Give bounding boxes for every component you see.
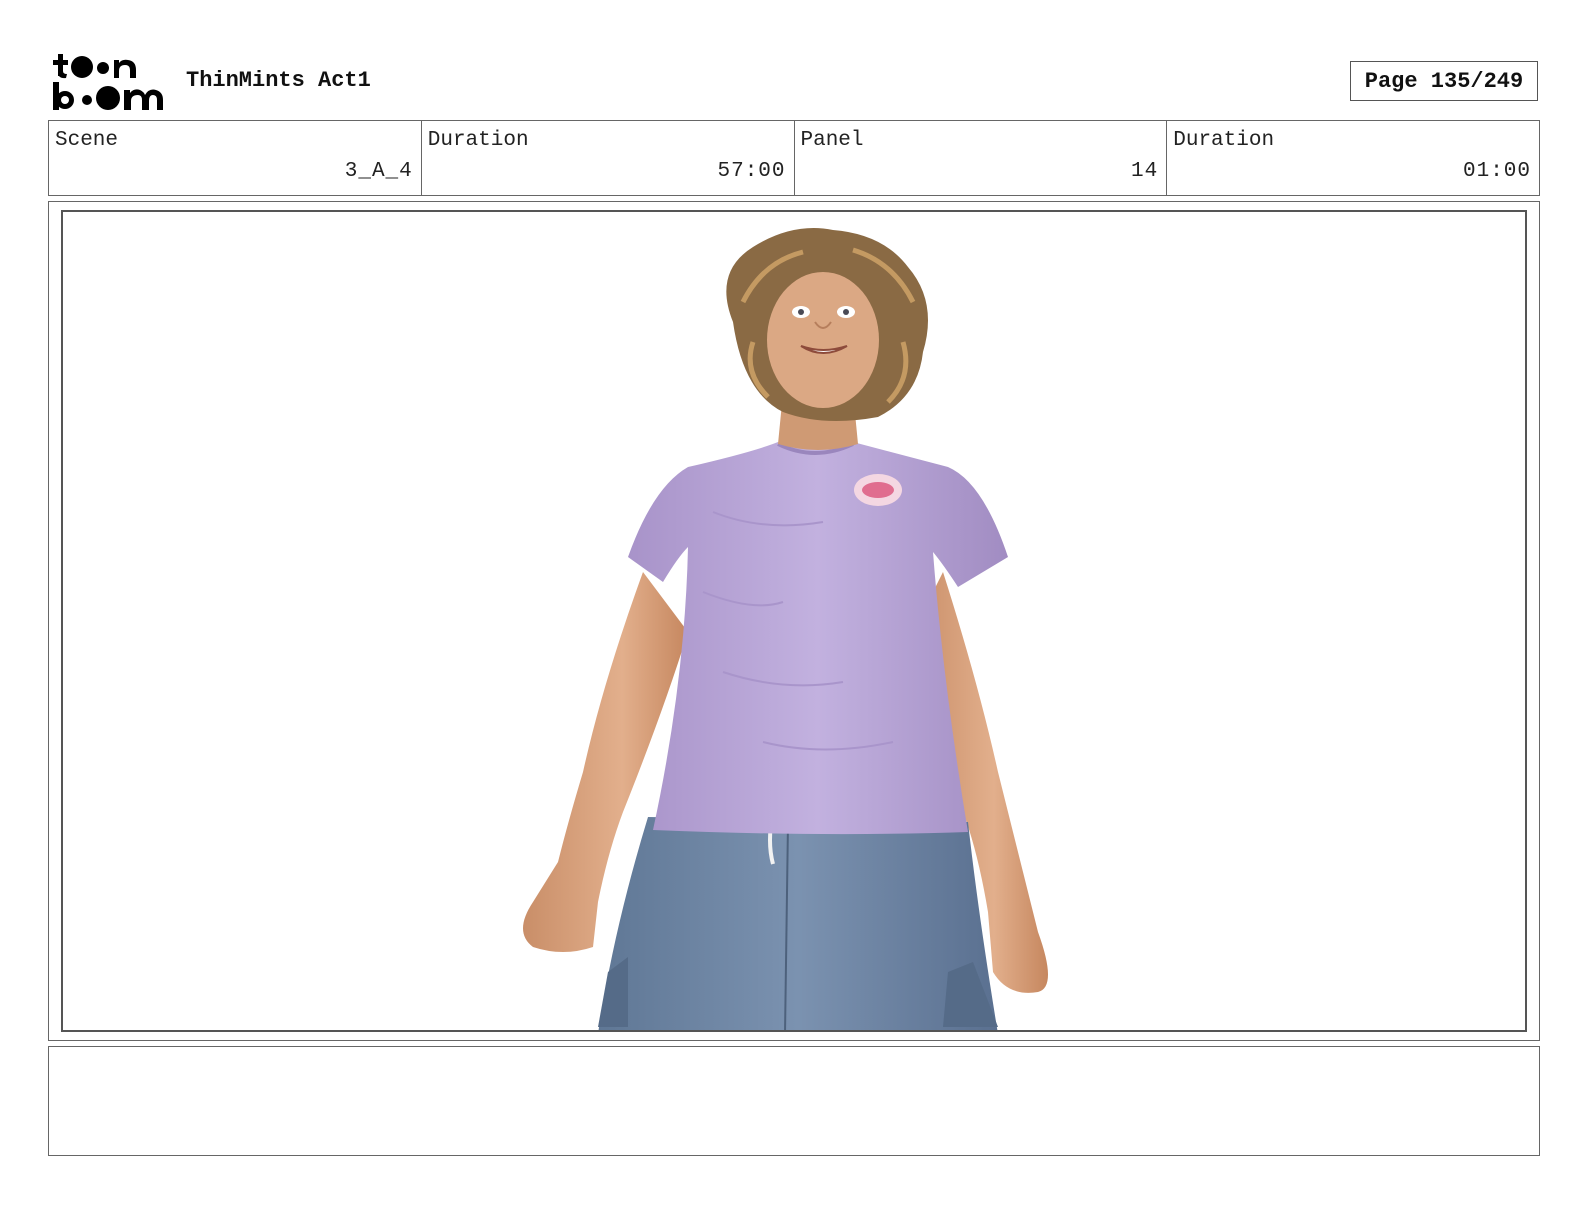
- storyboard-panel-image: [61, 210, 1527, 1032]
- panel-notes-box[interactable]: [48, 1046, 1540, 1156]
- panel-label: Panel: [800, 129, 864, 152]
- storyboard-panel-frame: [48, 201, 1540, 1041]
- jeans: [598, 817, 998, 1030]
- panel-info-row: Scene 3_A_4 Duration 57:00 Panel 14 Dura…: [48, 120, 1540, 196]
- scene-cell: Scene 3_A_4: [49, 121, 422, 195]
- person-figure-illustration: [523, 228, 1048, 1030]
- scene-duration-value: 57:00: [717, 160, 786, 183]
- scene-label: Scene: [55, 129, 119, 152]
- panel-duration-value: 01:00: [1462, 160, 1531, 183]
- panel-cell: Panel 14: [795, 121, 1168, 195]
- face: [767, 272, 879, 408]
- toon-boom-logo: [53, 54, 163, 110]
- scene-duration-cell: Duration 57:00: [422, 121, 795, 195]
- panel-value: 14: [1131, 160, 1159, 183]
- panel-duration-label: Duration: [1173, 129, 1275, 152]
- document-title: ThinMints Act1: [186, 68, 371, 93]
- panel-duration-cell: Duration 01:00: [1167, 121, 1539, 195]
- page-indicator: Page 135/249: [1350, 61, 1538, 101]
- scene-duration-label: Duration: [427, 129, 529, 152]
- scene-value: 3_A_4: [344, 160, 413, 183]
